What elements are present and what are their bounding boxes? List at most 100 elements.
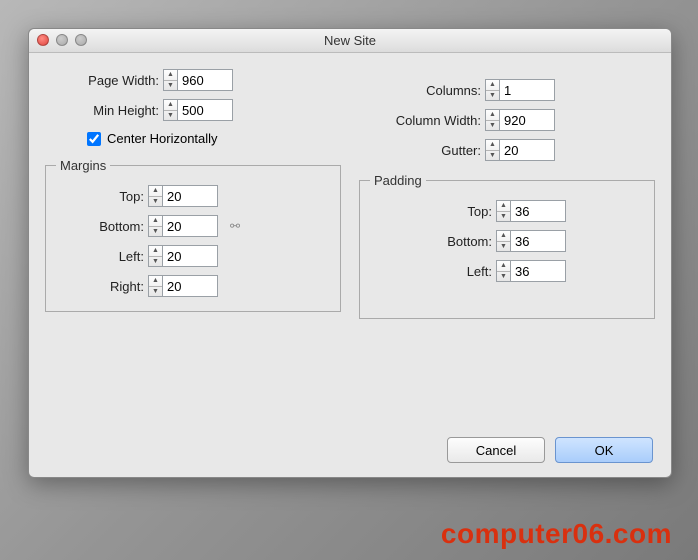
column-width-label: Column Width: xyxy=(359,113,485,128)
dialog-content: Page Width: ▲▼ Min Height: ▲▼ Center Hor… xyxy=(29,53,671,333)
left-column: Page Width: ▲▼ Min Height: ▲▼ Center Hor… xyxy=(45,67,341,319)
columns-input[interactable] xyxy=(499,79,555,101)
chevron-up-icon[interactable]: ▲ xyxy=(486,140,499,151)
padding-top-row: Top: ▲▼ xyxy=(370,198,644,224)
padding-legend: Padding xyxy=(370,173,426,188)
chevron-down-icon[interactable]: ▼ xyxy=(486,151,499,161)
link-icon[interactable]: ⚯ xyxy=(230,220,240,232)
margin-bottom-input[interactable] xyxy=(162,215,218,237)
traffic-lights xyxy=(37,34,87,46)
cancel-button[interactable]: Cancel xyxy=(447,437,545,463)
ok-button[interactable]: OK xyxy=(555,437,653,463)
chevron-up-icon[interactable]: ▲ xyxy=(497,231,510,242)
margins-fieldset: Margins Top: ▲▼ Bottom: ▲▼ ⚯ xyxy=(45,158,341,312)
chevron-down-icon[interactable]: ▼ xyxy=(149,287,162,297)
margin-left-stepper[interactable]: ▲▼ xyxy=(148,245,218,267)
gutter-label: Gutter: xyxy=(359,143,485,158)
margin-top-row: Top: ▲▼ xyxy=(56,183,330,209)
padding-bottom-row: Bottom: ▲▼ xyxy=(370,228,644,254)
margin-left-spin-buttons[interactable]: ▲▼ xyxy=(148,245,162,267)
chevron-up-icon[interactable]: ▲ xyxy=(164,70,177,81)
page-width-label: Page Width: xyxy=(45,73,163,88)
margins-legend: Margins xyxy=(56,158,110,173)
chevron-down-icon[interactable]: ▼ xyxy=(149,227,162,237)
chevron-up-icon[interactable]: ▲ xyxy=(149,186,162,197)
columns-spin-buttons[interactable]: ▲▼ xyxy=(485,79,499,101)
column-width-row: Column Width: ▲▼ xyxy=(359,107,655,133)
columns-row: Columns: ▲▼ xyxy=(359,77,655,103)
min-height-spin-buttons[interactable]: ▲▼ xyxy=(163,99,177,121)
padding-bottom-spin-buttons[interactable]: ▲▼ xyxy=(496,230,510,252)
margin-bottom-stepper[interactable]: ▲▼ xyxy=(148,215,218,237)
chevron-down-icon[interactable]: ▼ xyxy=(497,212,510,222)
min-height-stepper[interactable]: ▲▼ xyxy=(163,99,233,121)
margin-top-input[interactable] xyxy=(162,185,218,207)
gutter-spin-buttons[interactable]: ▲▼ xyxy=(485,139,499,161)
padding-left-row: Left: ▲▼ xyxy=(370,258,644,284)
center-horizontally-checkbox[interactable] xyxy=(87,132,101,146)
chevron-up-icon[interactable]: ▲ xyxy=(486,110,499,121)
center-horizontally-row: Center Horizontally xyxy=(87,131,341,146)
margin-bottom-spin-buttons[interactable]: ▲▼ xyxy=(148,215,162,237)
chevron-up-icon[interactable]: ▲ xyxy=(486,80,499,91)
margin-bottom-row: Bottom: ▲▼ ⚯ xyxy=(56,213,330,239)
titlebar: New Site xyxy=(29,29,671,53)
margin-right-row: Right: ▲▼ xyxy=(56,273,330,299)
chevron-down-icon[interactable]: ▼ xyxy=(497,242,510,252)
chevron-up-icon[interactable]: ▲ xyxy=(497,261,510,272)
padding-fieldset: Padding Top: ▲▼ Bottom: ▲▼ L xyxy=(359,173,655,319)
margin-left-row: Left: ▲▼ xyxy=(56,243,330,269)
margin-right-input[interactable] xyxy=(162,275,218,297)
margin-right-stepper[interactable]: ▲▼ xyxy=(148,275,218,297)
margin-top-stepper[interactable]: ▲▼ xyxy=(148,185,218,207)
margin-left-input[interactable] xyxy=(162,245,218,267)
padding-left-spin-buttons[interactable]: ▲▼ xyxy=(496,260,510,282)
column-width-input[interactable] xyxy=(499,109,555,131)
gutter-row: Gutter: ▲▼ xyxy=(359,137,655,163)
chevron-up-icon[interactable]: ▲ xyxy=(164,100,177,111)
margin-right-spin-buttons[interactable]: ▲▼ xyxy=(148,275,162,297)
margin-top-spin-buttons[interactable]: ▲▼ xyxy=(148,185,162,207)
chevron-down-icon[interactable]: ▼ xyxy=(164,81,177,91)
columns-stepper[interactable]: ▲▼ xyxy=(485,79,555,101)
padding-top-stepper[interactable]: ▲▼ xyxy=(496,200,566,222)
min-height-label: Min Height: xyxy=(45,103,163,118)
chevron-down-icon[interactable]: ▼ xyxy=(149,257,162,267)
padding-bottom-stepper[interactable]: ▲▼ xyxy=(496,230,566,252)
chevron-up-icon[interactable]: ▲ xyxy=(149,246,162,257)
minimize-icon[interactable] xyxy=(56,34,68,46)
padding-left-input[interactable] xyxy=(510,260,566,282)
page-width-stepper[interactable]: ▲▼ xyxy=(163,69,233,91)
gutter-input[interactable] xyxy=(499,139,555,161)
zoom-icon[interactable] xyxy=(75,34,87,46)
chevron-up-icon[interactable]: ▲ xyxy=(497,201,510,212)
padding-bottom-input[interactable] xyxy=(510,230,566,252)
min-height-row: Min Height: ▲▼ xyxy=(45,97,341,123)
gutter-stepper[interactable]: ▲▼ xyxy=(485,139,555,161)
column-width-stepper[interactable]: ▲▼ xyxy=(485,109,555,131)
padding-top-label: Top: xyxy=(370,204,496,219)
padding-left-label: Left: xyxy=(370,264,496,279)
min-height-input[interactable] xyxy=(177,99,233,121)
margin-top-label: Top: xyxy=(56,189,148,204)
chevron-down-icon[interactable]: ▼ xyxy=(149,197,162,207)
right-column: Columns: ▲▼ Column Width: ▲▼ Gutter: ▲▼ xyxy=(359,67,655,319)
margin-left-label: Left: xyxy=(56,249,148,264)
close-icon[interactable] xyxy=(37,34,49,46)
margin-bottom-label: Bottom: xyxy=(56,219,148,234)
chevron-down-icon[interactable]: ▼ xyxy=(486,91,499,101)
column-width-spin-buttons[interactable]: ▲▼ xyxy=(485,109,499,131)
chevron-down-icon[interactable]: ▼ xyxy=(497,272,510,282)
page-width-input[interactable] xyxy=(177,69,233,91)
padding-top-input[interactable] xyxy=(510,200,566,222)
padding-left-stepper[interactable]: ▲▼ xyxy=(496,260,566,282)
chevron-up-icon[interactable]: ▲ xyxy=(149,276,162,287)
chevron-up-icon[interactable]: ▲ xyxy=(149,216,162,227)
chevron-down-icon[interactable]: ▼ xyxy=(486,121,499,131)
page-width-spin-buttons[interactable]: ▲▼ xyxy=(163,69,177,91)
padding-bottom-label: Bottom: xyxy=(370,234,496,249)
window-title: New Site xyxy=(324,33,376,48)
padding-top-spin-buttons[interactable]: ▲▼ xyxy=(496,200,510,222)
chevron-down-icon[interactable]: ▼ xyxy=(164,111,177,121)
watermark: computer06.com xyxy=(441,518,672,550)
